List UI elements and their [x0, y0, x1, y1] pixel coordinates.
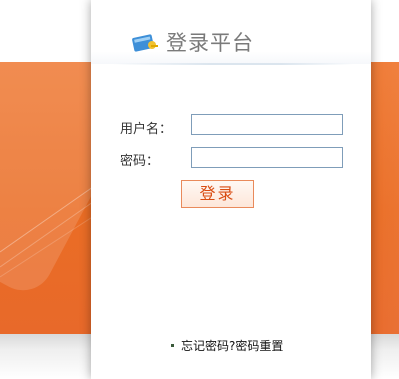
bullet-icon — [171, 344, 174, 347]
password-reset-link[interactable]: 忘记密码?密码重置 — [181, 337, 283, 354]
login-button[interactable]: 登录 — [181, 180, 254, 208]
page-title: 登录平台 — [166, 31, 254, 55]
login-page: 登录平台 用户名： 密码： 登录 忘记密码?密码重置 — [0, 0, 399, 379]
header-divider — [113, 63, 353, 65]
username-label: 用户名： — [120, 122, 173, 137]
login-card: 登录平台 用户名： 密码： 登录 忘记密码?密码重置 — [91, 0, 371, 379]
password-input[interactable] — [191, 147, 343, 168]
card-header: 登录平台 — [91, 0, 371, 65]
login-platform-icon — [132, 34, 158, 52]
username-input[interactable] — [191, 114, 343, 135]
banner-streaks — [0, 181, 100, 278]
password-label: 密码： — [120, 154, 160, 169]
